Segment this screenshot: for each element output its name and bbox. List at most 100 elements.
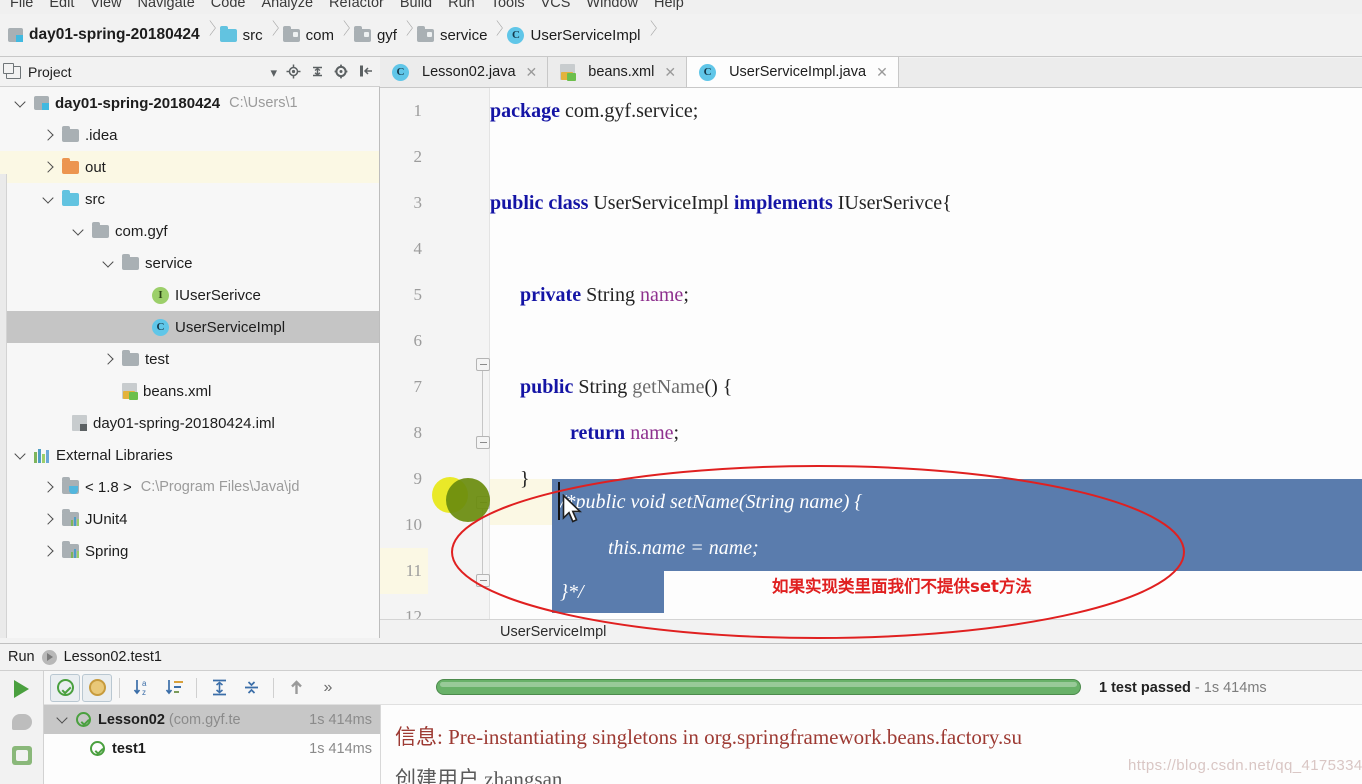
test-tree-row-test1[interactable]: test1 1s 414ms — [44, 734, 380, 763]
tree-item-userserviceimpl[interactable]: C UserServiceImpl — [0, 311, 379, 343]
tab-beans-xml[interactable]: beans.xml ✕ — [548, 57, 688, 87]
tree-item-spring[interactable]: Spring — [0, 535, 379, 567]
chevron-right-icon[interactable] — [42, 161, 55, 174]
breadcrumb-project-label: day01-spring-20180424 — [29, 26, 200, 43]
tree-item-jdk[interactable]: < 1.8 > C:\Program Files\Java\jd — [0, 471, 379, 503]
tree-item-beans-xml[interactable]: beans.xml — [0, 375, 379, 407]
locate-icon[interactable] — [286, 64, 301, 81]
chevron-down-icon[interactable] — [14, 449, 27, 462]
run-configuration-icon — [41, 649, 57, 665]
menu-item-refactor[interactable]: Refactor — [321, 0, 392, 10]
line-number: 6 — [413, 331, 423, 350]
fold-marker-getname[interactable] — [476, 358, 490, 371]
expand-all-icon — [212, 679, 226, 696]
code-method-name: getName — [632, 376, 705, 398]
tree-item-test[interactable]: test — [0, 343, 379, 375]
menu-item-analyze[interactable]: Analyze — [253, 0, 321, 10]
code-text: String — [581, 284, 640, 306]
tab-label: beans.xml — [588, 64, 655, 80]
intellij-idea-window: File Edit View Navigate Code Analyze Ref… — [0, 0, 1362, 784]
chevron-right-icon[interactable] — [42, 545, 55, 558]
breadcrumb-item-service[interactable]: service — [413, 14, 490, 57]
project-icon — [8, 28, 23, 42]
menu-item-view[interactable]: View — [82, 0, 129, 10]
chevron-right-icon[interactable] — [42, 129, 55, 142]
test-results-tree[interactable]: Lesson02 (com.gyf.te 1s 414ms test1 1s 4… — [44, 705, 381, 784]
tree-item-com-gyf[interactable]: com.gyf — [0, 215, 379, 247]
line-number: 10 — [405, 515, 422, 534]
close-icon[interactable]: ✕ — [526, 64, 538, 81]
tab-userserviceimpl-java[interactable]: C UserServiceImpl.java ✕ — [687, 57, 899, 87]
more-options-button[interactable]: » — [313, 674, 343, 702]
tree-item-label: src — [85, 190, 105, 208]
breadcrumb-item-com[interactable]: com — [279, 14, 336, 57]
mute-breakpoints-icon[interactable] — [11, 714, 32, 730]
menu-item-code[interactable]: Code — [203, 0, 254, 10]
hide-window-icon[interactable] — [359, 64, 374, 80]
code-content[interactable]: package com.gyf.service; public class Us… — [490, 88, 1362, 619]
chevron-right-icon[interactable] — [42, 513, 55, 526]
menu-item-tools[interactable]: Tools — [483, 0, 533, 10]
tree-item-iuserserivce[interactable]: I IUserSerivce — [0, 279, 379, 311]
chevron-down-icon[interactable] — [42, 193, 55, 206]
breadcrumb-project[interactable]: day01-spring-20180424 — [4, 14, 202, 57]
editor-gutter[interactable]: 1 2 3 4 5 6 7 8 9 10 11 12 13 — [380, 88, 490, 619]
fold-marker-setname-end[interactable] — [476, 574, 490, 587]
chevron-right-icon[interactable] — [42, 481, 55, 494]
line-number: 8 — [413, 423, 423, 442]
tree-item-project-root[interactable]: day01-spring-20180424 C:\Users\1 — [0, 87, 379, 119]
rerun-failed-tests-icon[interactable] — [11, 746, 32, 765]
breadcrumb-separator-icon — [399, 14, 413, 57]
tree-item-iml[interactable]: day01-spring-20180424.iml — [0, 407, 379, 439]
expand-all-button[interactable] — [204, 674, 234, 702]
menu-item-window[interactable]: Window — [578, 0, 646, 10]
chevron-right-icon[interactable] — [102, 353, 115, 366]
breadcrumb-separator-icon — [489, 14, 503, 57]
fold-column[interactable] — [476, 88, 490, 619]
close-icon[interactable]: ✕ — [876, 64, 888, 81]
sort-alphabetically-button[interactable]: az — [127, 674, 157, 702]
tree-item-external-libraries[interactable]: External Libraries — [0, 439, 379, 471]
tree-item-src[interactable]: src — [0, 183, 379, 215]
breadcrumb-item-src[interactable]: src — [216, 14, 265, 57]
show-ignored-button[interactable] — [82, 673, 112, 702]
previous-failure-button[interactable] — [281, 674, 311, 702]
code-editor[interactable]: 1 2 3 4 5 6 7 8 9 10 11 12 13 — [380, 88, 1362, 619]
menu-item-build[interactable]: Build — [392, 0, 440, 10]
project-tree[interactable]: day01-spring-20180424 C:\Users\1 .idea o… — [0, 87, 380, 638]
more-icon: » — [323, 678, 333, 696]
settings-gear-icon[interactable] — [334, 64, 350, 81]
java-class-icon: C — [392, 63, 409, 81]
show-passed-button[interactable] — [50, 673, 80, 702]
menu-item-navigate[interactable]: Navigate — [130, 0, 203, 10]
tree-item-junit4[interactable]: JUnit4 — [0, 503, 379, 535]
menu-item-help[interactable]: Help — [646, 0, 692, 10]
run-icon[interactable] — [14, 680, 29, 698]
tab-lesson02-java[interactable]: C Lesson02.java ✕ — [380, 57, 549, 87]
code-keyword: implements — [733, 192, 833, 214]
arrow-up-icon — [290, 680, 302, 694]
tree-item-idea[interactable]: .idea — [0, 119, 379, 151]
package-icon — [416, 25, 434, 42]
chevron-down-icon[interactable] — [72, 225, 85, 238]
close-icon[interactable]: ✕ — [664, 64, 676, 81]
chevron-down-icon[interactable] — [102, 257, 115, 270]
breadcrumb-item-gyf[interactable]: gyf — [350, 14, 399, 57]
breadcrumb-separator-icon — [202, 14, 216, 57]
chevron-down-icon[interactable] — [14, 97, 27, 110]
collapse-all-icon[interactable] — [310, 64, 325, 81]
sort-by-duration-button[interactable] — [159, 674, 189, 702]
menu-item-vcs[interactable]: VCS — [533, 0, 579, 10]
menu-item-file[interactable]: File — [2, 0, 41, 10]
menu-item-run[interactable]: Run — [440, 0, 483, 10]
tree-item-label: day01-spring-20180424 — [55, 94, 221, 112]
fold-marker-getname-end[interactable] — [476, 436, 490, 449]
tree-item-service[interactable]: service — [0, 247, 379, 279]
test-tree-row-lesson02[interactable]: Lesson02 (com.gyf.te 1s 414ms — [44, 705, 380, 734]
collapse-all-button[interactable] — [236, 674, 266, 702]
menu-item-edit[interactable]: Edit — [41, 0, 82, 10]
tree-item-out[interactable]: out — [0, 151, 379, 183]
chevron-down-icon[interactable]: ▾ — [270, 66, 277, 79]
breadcrumb-item-userserviceimpl[interactable]: C UserServiceImpl — [503, 14, 642, 57]
chevron-down-icon[interactable] — [56, 713, 69, 726]
